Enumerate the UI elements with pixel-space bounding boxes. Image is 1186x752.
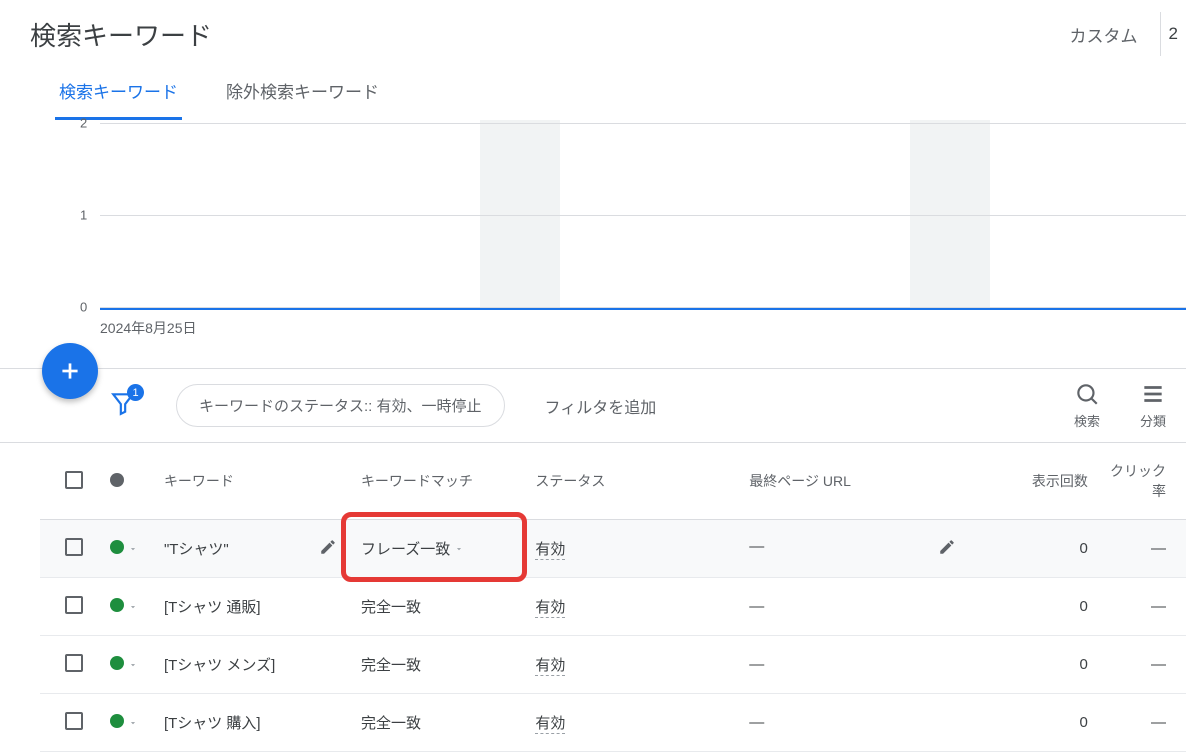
chevron-down-icon[interactable] [128, 657, 138, 674]
table-row[interactable]: [Tシャツ 通販] 完全一致 有効 — 0 — [40, 578, 1186, 636]
grid-line [100, 215, 1186, 216]
search-label: 検索 [1074, 411, 1100, 430]
row-checkbox[interactable] [65, 712, 83, 730]
final-url-text: — [749, 598, 764, 615]
filter-count-badge: 1 [127, 384, 144, 401]
table-row[interactable]: [Tシャツ 購入] 完全一致 有効 — 0 — [40, 694, 1186, 752]
chevron-down-icon[interactable] [128, 541, 138, 558]
filter-chip-status[interactable]: キーワードのステータス:: 有効、一時停止 [176, 384, 505, 427]
ctr-value: — [1151, 540, 1166, 557]
status-text[interactable]: 有効 [535, 599, 565, 618]
match-type-text: 完全一致 [361, 715, 421, 732]
header-status-dot[interactable] [110, 473, 124, 487]
chart-area: 2 1 0 [80, 120, 1186, 310]
col-status[interactable]: ステータス [527, 443, 741, 520]
match-type-text: 完全一致 [361, 599, 421, 616]
chart-date-label: 2024年8月25日 [100, 318, 1186, 338]
status-dot-enabled[interactable] [110, 714, 124, 728]
impressions-value: 0 [1080, 540, 1088, 557]
filter-indicator[interactable]: 1 [110, 390, 136, 421]
chevron-down-icon[interactable] [128, 599, 138, 616]
final-url-text: — [749, 656, 764, 673]
keyword-text: [Tシャツ 購入] [164, 715, 261, 732]
select-all-checkbox[interactable] [65, 471, 83, 489]
final-url-text: — [749, 538, 764, 555]
status-dot-enabled[interactable] [110, 598, 124, 612]
y-axis-tick: 2 [80, 116, 87, 131]
chevron-down-icon[interactable] [454, 541, 464, 558]
tab-negative-keywords[interactable]: 除外検索キーワード [222, 68, 383, 120]
impressions-value: 0 [1080, 714, 1088, 731]
plus-icon [57, 358, 83, 384]
segment-label: 分類 [1140, 411, 1166, 430]
edit-url-button[interactable] [938, 538, 956, 560]
page-title: 検索キーワード [30, 16, 212, 53]
impressions-value: 0 [1080, 656, 1088, 673]
segment-icon [1140, 381, 1166, 407]
ctr-value: — [1151, 714, 1166, 731]
col-final-url[interactable]: 最終ページ URL [741, 443, 972, 520]
match-type-text: フレーズ一致 [361, 541, 450, 558]
row-checkbox[interactable] [65, 654, 83, 672]
impressions-value: 0 [1080, 598, 1088, 615]
status-text[interactable]: 有効 [535, 541, 565, 560]
chevron-down-icon[interactable] [128, 715, 138, 732]
status-text[interactable]: 有効 [535, 715, 565, 734]
row-checkbox[interactable] [65, 596, 83, 614]
keyword-text: [Tシャツ 通販] [164, 599, 261, 616]
tab-search-keywords[interactable]: 検索キーワード [55, 68, 182, 120]
segment-button[interactable]: 分類 [1140, 381, 1166, 430]
match-type-text: 完全一致 [361, 657, 421, 674]
col-keyword[interactable]: キーワード [156, 443, 353, 520]
ctr-value: — [1151, 656, 1166, 673]
status-text[interactable]: 有効 [535, 657, 565, 676]
add-filter-button[interactable]: フィルタを追加 [545, 394, 657, 418]
search-button[interactable]: 検索 [1074, 381, 1100, 430]
col-ctr[interactable]: クリック率 [1096, 443, 1186, 520]
keyword-text: "Tシャツ" [164, 541, 229, 558]
table-row[interactable]: [Tシャツ メンズ] 完全一致 有効 — 0 — [40, 636, 1186, 694]
daterange-custom-label[interactable]: カスタム [1070, 22, 1150, 47]
chart-baseline [100, 308, 1186, 310]
edge-number: 2 [1160, 12, 1186, 56]
status-dot-enabled[interactable] [110, 540, 124, 554]
final-url-text: — [749, 714, 764, 731]
add-button[interactable] [42, 343, 98, 399]
status-dot-enabled[interactable] [110, 656, 124, 670]
y-axis-tick: 0 [80, 300, 87, 315]
y-axis-tick: 1 [80, 208, 87, 223]
grid-line [100, 123, 1186, 124]
search-icon [1074, 381, 1100, 407]
col-impressions[interactable]: 表示回数 [972, 443, 1096, 520]
col-match[interactable]: キーワードマッチ [353, 443, 527, 520]
edit-keyword-button[interactable] [319, 538, 337, 560]
table-row[interactable]: "Tシャツ" フレーズ一致 有効 — 0 — [40, 520, 1186, 578]
ctr-value: — [1151, 598, 1166, 615]
keywords-table: キーワード キーワードマッチ ステータス 最終ページ URL 表示回数 クリック… [40, 443, 1186, 752]
row-checkbox[interactable] [65, 538, 83, 556]
keyword-text: [Tシャツ メンズ] [164, 657, 275, 674]
